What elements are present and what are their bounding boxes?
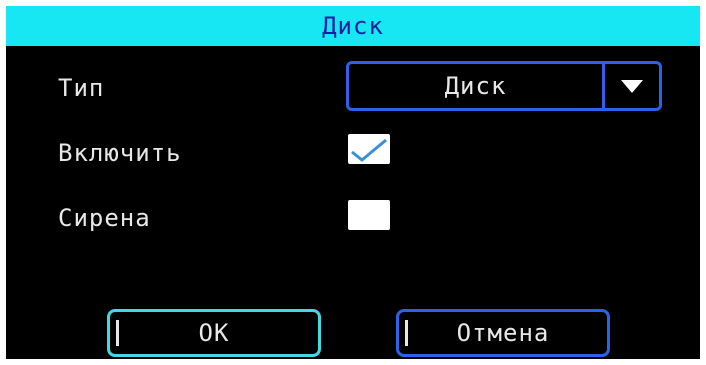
focus-mark [405,320,408,346]
checkmark-icon [351,138,387,162]
ok-button[interactable]: OK [107,309,321,357]
siren-label: Сирена [58,204,151,232]
dialog-window: Диск Тип Диск Включить Сирена OK Отмена [6,6,700,359]
triangle-down-icon[interactable] [605,64,659,108]
dialog-title: Диск [322,12,384,40]
cancel-button-label: Отмена [456,319,550,347]
ok-button-label: OK [198,319,230,347]
type-label: Тип [58,74,105,102]
siren-checkbox[interactable] [348,200,390,230]
focus-mark [116,320,119,346]
enable-checkbox[interactable] [348,134,390,164]
type-dropdown[interactable]: Диск [346,61,662,111]
enable-label: Включить [58,139,182,167]
cancel-button[interactable]: Отмена [396,309,610,357]
type-dropdown-value: Диск [444,72,507,100]
title-bar: Диск [6,6,700,46]
